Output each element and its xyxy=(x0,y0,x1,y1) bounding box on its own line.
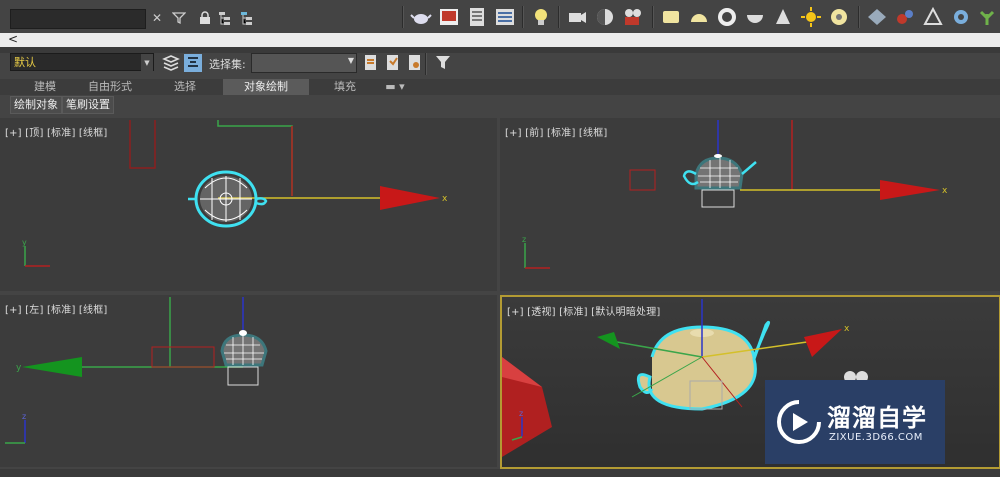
watermark-badge: 溜溜自学 ZIXUE.3D66.COM xyxy=(765,380,945,464)
svg-text:z: z xyxy=(22,412,26,421)
viewport-front-scene: x z xyxy=(522,120,948,269)
layer-dropdown[interactable]: 默认 ▼ xyxy=(10,53,154,71)
svg-text:z: z xyxy=(522,235,526,244)
chevron-down-icon: ▼ xyxy=(141,54,153,71)
svg-text:z: z xyxy=(519,409,523,418)
watermark-url: ZIXUE.3D66.COM xyxy=(829,432,923,443)
toolbar-separator xyxy=(558,6,560,28)
plant-icon[interactable] xyxy=(976,6,998,28)
viewport-top[interactable]: [+] [顶] [标准] [线框] x y xyxy=(0,118,497,291)
light-bulb-icon[interactable] xyxy=(530,6,552,28)
viewport-front[interactable]: [+] [前] [标准] [线框] x z xyxy=(500,118,1000,291)
ribbon-options-icon[interactable]: ▬ ▾ xyxy=(380,79,410,95)
layer-dropdown-value: 默认 xyxy=(14,56,36,69)
edit-set-icon[interactable] xyxy=(360,52,382,74)
panel-brush-settings[interactable]: 笔刷设置 xyxy=(62,96,114,114)
gear-icon[interactable] xyxy=(950,6,972,28)
tab-selection[interactable]: 选择 xyxy=(160,79,210,95)
toolbar-separator xyxy=(402,6,404,28)
toolbar-separator xyxy=(425,53,427,75)
hierarchy-icon[interactable] xyxy=(216,9,234,27)
filter-icon[interactable] xyxy=(170,9,188,27)
funnel-icon[interactable] xyxy=(432,52,454,74)
hierarchy-alt-icon[interactable] xyxy=(238,9,256,27)
rectangle-icon[interactable] xyxy=(660,6,682,28)
layers-icon[interactable] xyxy=(160,52,182,74)
grid-icon[interactable] xyxy=(866,6,888,28)
selection-set-label: 选择集: xyxy=(209,58,246,71)
ribbon-collapse-strip[interactable]: < xyxy=(0,32,1000,47)
toolbar-separator xyxy=(522,6,524,28)
chevron-down-icon: ▼ xyxy=(347,56,354,65)
viewport-left[interactable]: [+] [左] [标准] [线框] y z xyxy=(0,295,497,467)
tab-populate[interactable]: 填充 xyxy=(320,79,370,95)
list-icon[interactable] xyxy=(466,6,488,28)
layer-manager-icon[interactable] xyxy=(182,52,204,74)
disc-icon[interactable] xyxy=(828,6,850,28)
tab-object-paint[interactable]: 对象绘制 xyxy=(223,79,309,95)
tab-freeform[interactable]: 自由形式 xyxy=(80,79,140,95)
copy-set-icon[interactable] xyxy=(382,52,404,74)
render-frame-icon[interactable] xyxy=(438,6,460,28)
svg-text:y: y xyxy=(22,238,27,247)
camera-icon[interactable] xyxy=(566,6,588,28)
selection-set-dropdown[interactable]: ▼ xyxy=(251,53,357,73)
svg-text:y: y xyxy=(16,363,22,373)
shape-icon[interactable] xyxy=(922,6,944,28)
svg-text:x: x xyxy=(442,194,448,204)
particle-icon[interactable] xyxy=(894,6,916,28)
dome-icon[interactable] xyxy=(688,6,710,28)
close-icon[interactable]: ✕ xyxy=(148,9,166,27)
video-camera-icon[interactable] xyxy=(622,6,644,28)
teapot-render-icon[interactable] xyxy=(410,6,432,28)
toolbar-separator xyxy=(652,6,654,28)
watermark-title: 溜溜自学 xyxy=(827,404,927,432)
play-logo-icon xyxy=(777,400,821,444)
main-toolbar: ✕ xyxy=(0,0,1000,34)
layer-toolbar: 默认 ▼ 选择集: ▼ xyxy=(0,52,1000,75)
panel-icon[interactable] xyxy=(494,6,516,28)
svg-text:x: x xyxy=(942,186,948,196)
viewport-top-scene: x y xyxy=(22,120,448,267)
ribbon-tabs: 建模 自由形式 选择 对象绘制 填充 ▬ ▾ xyxy=(0,79,1000,95)
cone-icon[interactable] xyxy=(772,6,794,28)
bowl-icon[interactable] xyxy=(744,6,766,28)
toolbar-separator xyxy=(858,6,860,28)
search-input[interactable] xyxy=(10,9,146,29)
lock-icon[interactable] xyxy=(196,9,214,27)
status-bar xyxy=(0,469,1000,477)
paste-set-icon[interactable] xyxy=(404,52,426,74)
viewport-left-scene: y z xyxy=(5,297,268,444)
ribbon-panels: 绘制对象 笔刷设置 xyxy=(0,96,1000,114)
panel-paint-objects[interactable]: 绘制对象 xyxy=(10,96,62,114)
sphere-half-icon[interactable] xyxy=(594,6,616,28)
collapse-arrow-icon[interactable]: < xyxy=(8,32,18,46)
tab-modeling[interactable]: 建模 xyxy=(20,79,70,95)
svg-text:x: x xyxy=(844,324,850,334)
sun-icon[interactable] xyxy=(800,6,822,28)
ring-icon[interactable] xyxy=(716,6,738,28)
